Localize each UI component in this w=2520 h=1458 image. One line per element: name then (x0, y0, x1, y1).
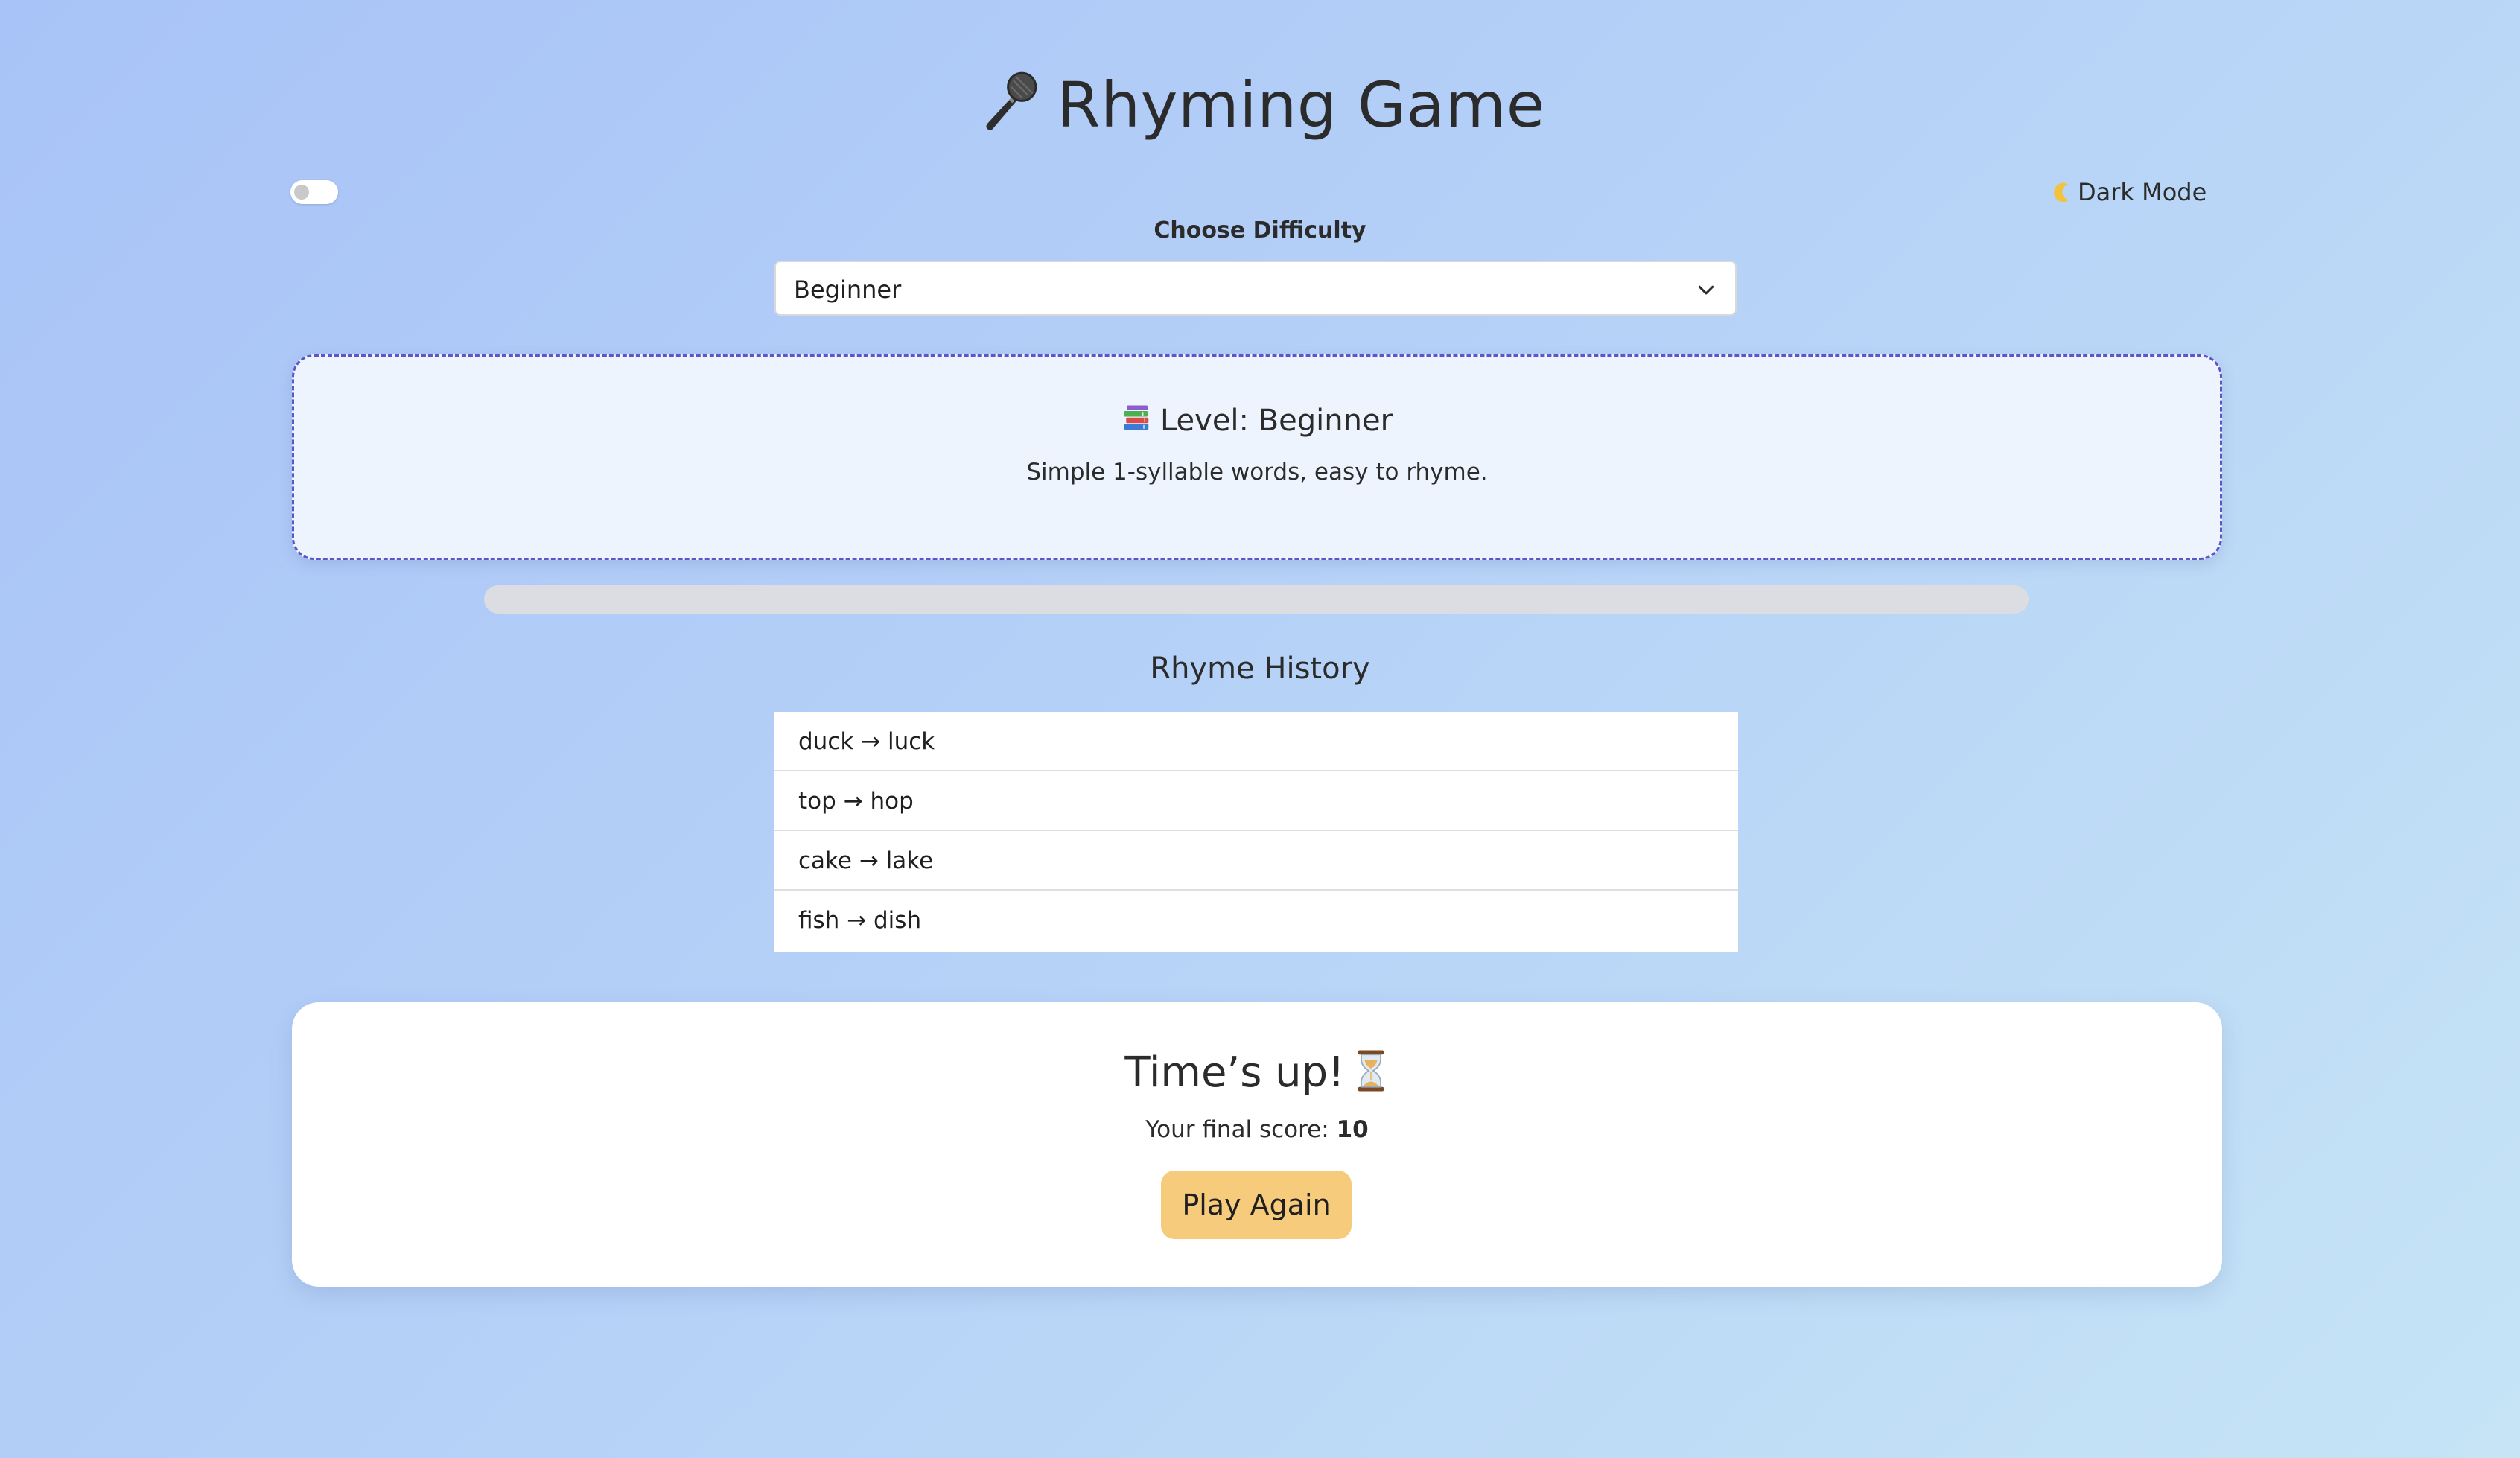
hourglass-icon (1358, 1050, 1384, 1092)
level-description: Simple 1-syllable words, easy to rhyme. (1026, 459, 1488, 486)
moon-icon (2054, 182, 2069, 203)
level-title-text: Level: Beginner (1159, 404, 1393, 438)
history-item: fish → dish (798, 907, 922, 934)
level-title: Level: Beginner (294, 401, 2220, 440)
result-title-text: Time’s up! (1124, 1048, 1345, 1097)
toggle-knob (294, 185, 309, 200)
level-card: Level: Beginner Simple 1-syllable words,… (292, 354, 2222, 560)
rhyme-history-heading: Rhyme History (1150, 652, 1370, 686)
result-title: Time’s up! (292, 1047, 2222, 1099)
page-title: Rhyming Game (0, 66, 2520, 144)
play-again-button[interactable]: Play Again (1161, 1171, 1352, 1239)
books-icon (1124, 405, 1149, 430)
page-title-text: Rhyming Game (1057, 69, 1545, 141)
chevron-down-icon (1698, 285, 1714, 295)
dark-mode-toggle[interactable] (290, 180, 338, 204)
difficulty-selected-value: Beginner (794, 276, 902, 304)
history-item: cake → lake (774, 831, 1738, 891)
result-card: Time’s up! Your final score: 10 Play Aga… (292, 1002, 2222, 1287)
history-item: duck → luck (774, 712, 1738, 771)
difficulty-label: Choose Difficulty (1154, 217, 1366, 243)
dark-mode-label: Dark Mode (2049, 174, 2206, 210)
microphone-icon (986, 71, 1037, 130)
timer-progress-bar (484, 585, 2029, 614)
difficulty-select[interactable]: Beginner (774, 261, 1737, 316)
final-score-label: Your final score: (1145, 1116, 1329, 1143)
dark-mode-text: Dark Mode (2078, 178, 2207, 206)
final-score-value: 10 (1336, 1116, 1369, 1143)
final-score-line: Your final score: 10 (292, 1114, 2222, 1145)
history-item: top → hop (774, 771, 1738, 831)
rhyme-history-list: duck → luck top → hop cake → lake fish →… (774, 712, 1738, 952)
